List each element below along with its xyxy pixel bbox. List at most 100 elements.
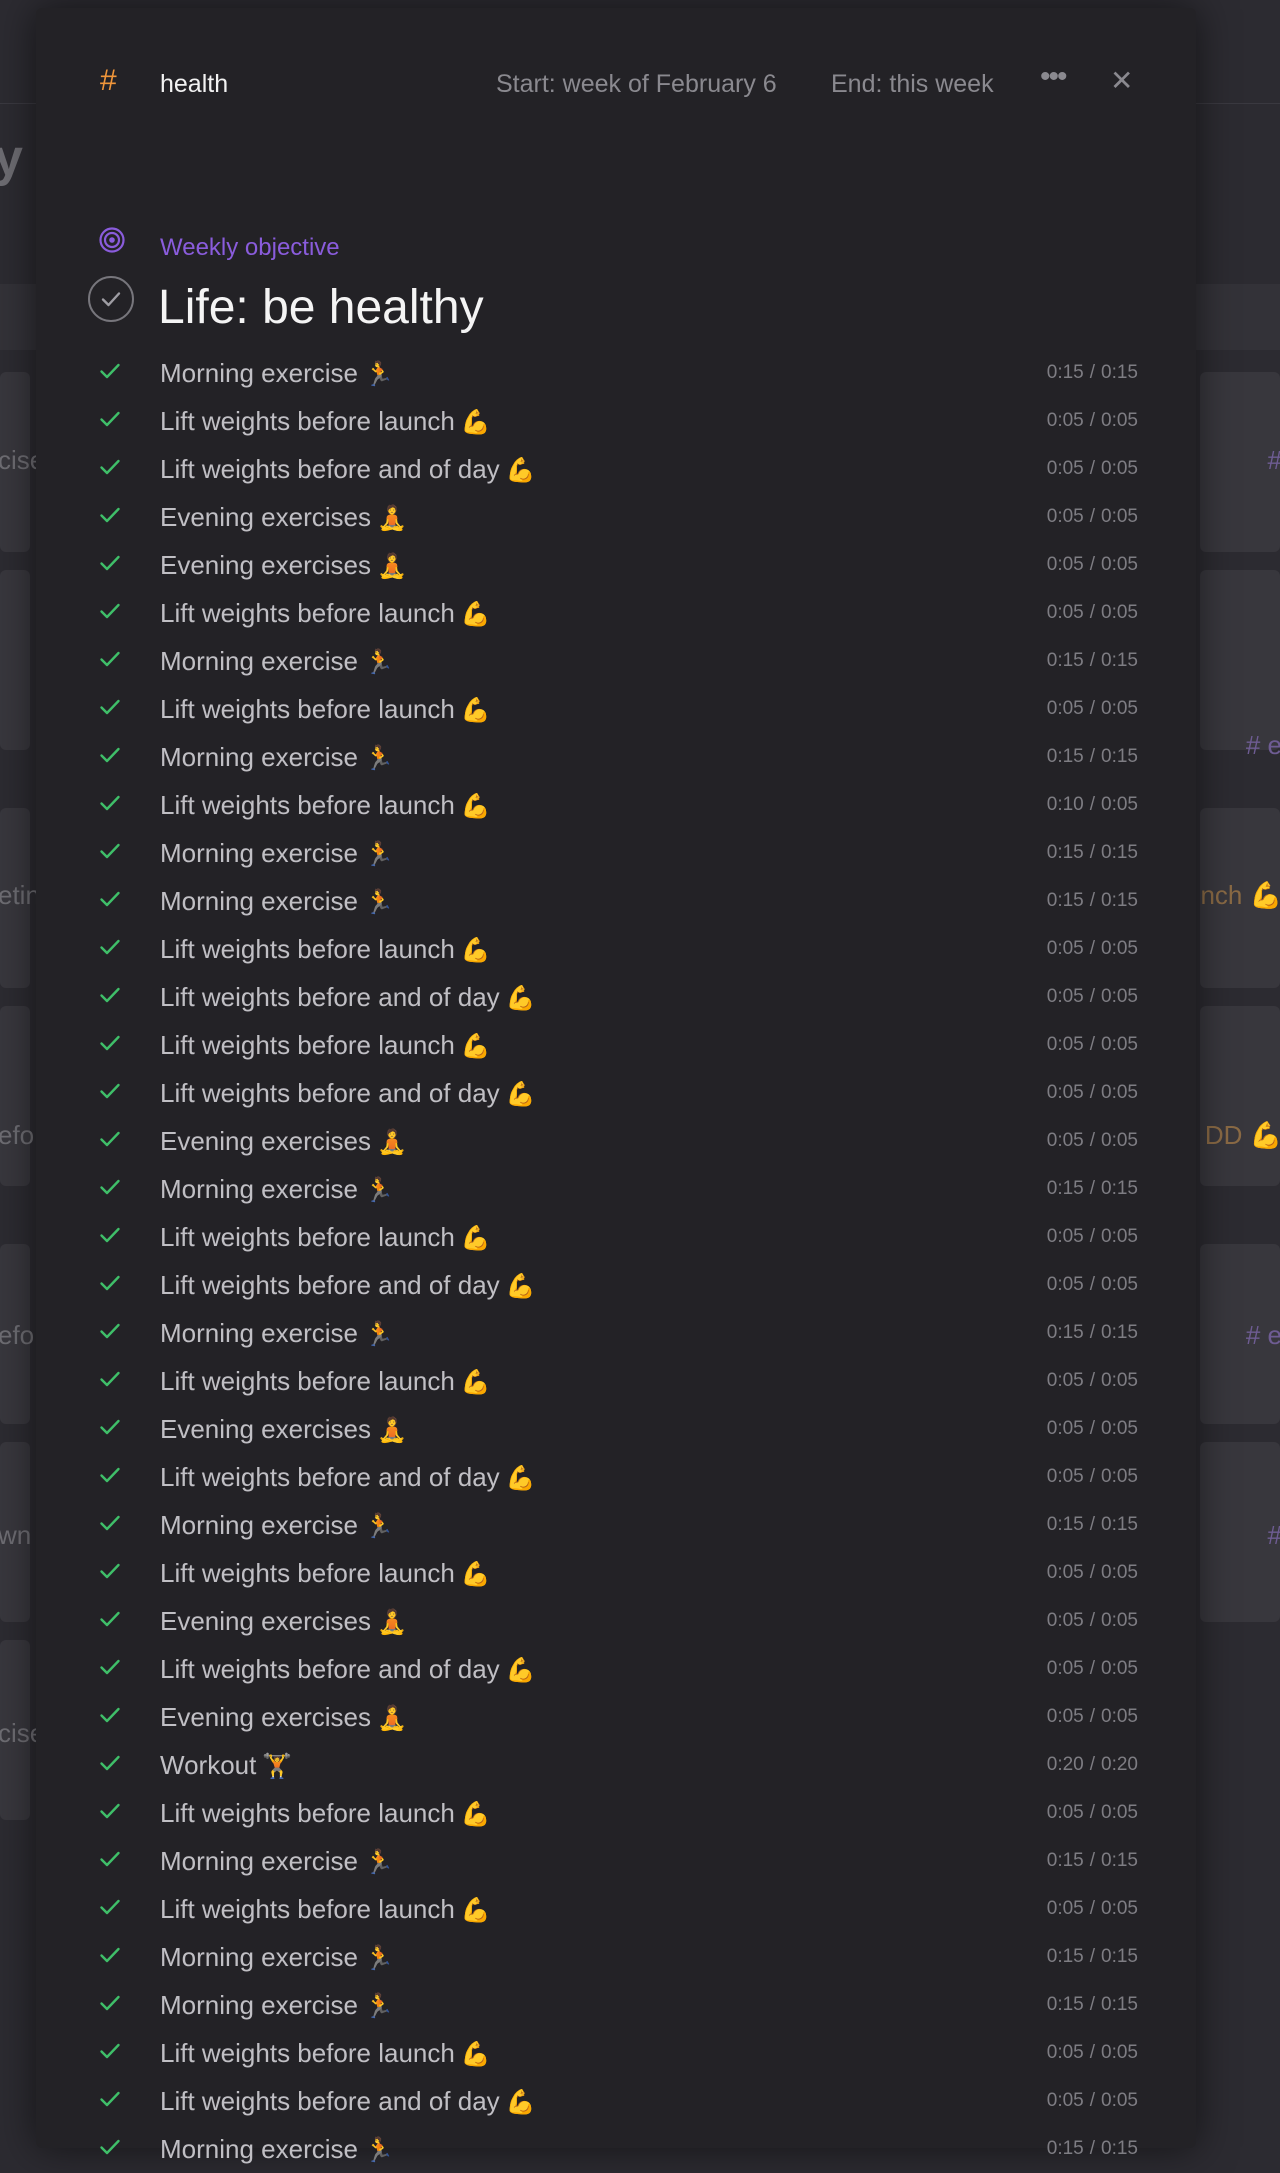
- task-row[interactable]: Evening exercises 🧘 0:05/0:05: [36, 1693, 1196, 1741]
- task-emoji-icon: 💪: [460, 1897, 491, 1924]
- checkmark-icon[interactable]: [98, 1031, 122, 1055]
- task-row[interactable]: Lift weights before launch 💪 0:05/0:05: [36, 589, 1196, 637]
- task-row[interactable]: Morning exercise 🏃 0:15/0:15: [36, 733, 1196, 781]
- task-row[interactable]: Workout 🏋️ 0:20/0:20: [36, 1741, 1196, 1789]
- task-row[interactable]: Morning exercise 🏃 0:15/0:15: [36, 1981, 1196, 2029]
- checkmark-icon[interactable]: [98, 455, 122, 479]
- checkmark-icon[interactable]: [98, 1319, 122, 1343]
- checkmark-icon[interactable]: [98, 1511, 122, 1535]
- task-row[interactable]: Lift weights before launch 💪 0:05/0:05: [36, 925, 1196, 973]
- task-row[interactable]: Evening exercises 🧘 0:05/0:05: [36, 1117, 1196, 1165]
- task-actual-time: 0:05: [1046, 1274, 1084, 1295]
- checkmark-icon[interactable]: [98, 791, 122, 815]
- task-duration: 0:05/0:05: [1047, 602, 1138, 624]
- checkmark-icon[interactable]: [98, 983, 122, 1007]
- task-row[interactable]: Morning exercise 🏃 0:15/0:15: [36, 1837, 1196, 1885]
- checkmark-icon[interactable]: [98, 407, 122, 431]
- task-row[interactable]: Evening exercises 🧘 0:05/0:05: [36, 541, 1196, 589]
- task-row[interactable]: Lift weights before launch 💪 0:05/0:05: [36, 685, 1196, 733]
- checkmark-icon[interactable]: [98, 503, 122, 527]
- close-icon[interactable]: ✕: [1110, 64, 1133, 97]
- time-separator: /: [1089, 2090, 1096, 2111]
- task-duration: 0:05/0:05: [1047, 2042, 1138, 2064]
- checkmark-icon[interactable]: [98, 1463, 122, 1487]
- end-date-button[interactable]: End: this week: [831, 70, 994, 99]
- task-title: Morning exercise: [160, 1174, 358, 1204]
- task-planned-time: 0:05: [1101, 794, 1138, 815]
- task-row[interactable]: Lift weights before launch 💪 0:05/0:05: [36, 1213, 1196, 1261]
- checkmark-icon[interactable]: [98, 1127, 122, 1151]
- task-row[interactable]: Morning exercise 🏃 0:15/0:15: [36, 1309, 1196, 1357]
- task-row[interactable]: Lift weights before launch 💪 0:05/0:05: [36, 1789, 1196, 1837]
- checkmark-icon[interactable]: [98, 743, 122, 767]
- checkmark-icon[interactable]: [98, 647, 122, 671]
- checkmark-icon[interactable]: [98, 1943, 122, 1967]
- task-row[interactable]: Morning exercise 🏃 0:15/0:15: [36, 349, 1196, 397]
- checkmark-icon[interactable]: [98, 839, 122, 863]
- task-row[interactable]: Lift weights before and of day 💪 0:05/0:05: [36, 1645, 1196, 1693]
- checkmark-icon[interactable]: [98, 695, 122, 719]
- task-row[interactable]: Lift weights before launch 💪 0:05/0:05: [36, 1021, 1196, 1069]
- task-title: Lift weights before and of day: [160, 1462, 500, 1492]
- checkmark-icon[interactable]: [98, 1895, 122, 1919]
- checkmark-icon[interactable]: [98, 1703, 122, 1727]
- task-row[interactable]: Lift weights before and of day 💪 0:05/0:05: [36, 1453, 1196, 1501]
- task-label: Lift weights before launch 💪: [160, 598, 491, 629]
- task-row[interactable]: Lift weights before launch 💪 0:05/0:05: [36, 2029, 1196, 2077]
- checkmark-icon[interactable]: [98, 599, 122, 623]
- checkmark-icon[interactable]: [98, 1751, 122, 1775]
- task-row[interactable]: Lift weights before and of day 💪 0:05/0:05: [36, 2077, 1196, 2125]
- checkmark-icon[interactable]: [98, 2135, 122, 2159]
- task-row[interactable]: Evening exercises 🧘 0:05/0:05: [36, 1405, 1196, 1453]
- task-row[interactable]: Evening exercises 🧘 0:05/0:05: [36, 493, 1196, 541]
- task-duration: 0:05/0:05: [1047, 1130, 1138, 1152]
- task-title: Lift weights before launch: [160, 1366, 455, 1396]
- checkmark-icon[interactable]: [98, 359, 122, 383]
- checkmark-icon[interactable]: [98, 1175, 122, 1199]
- task-row[interactable]: Lift weights before and of day 💪 0:05/0:05: [36, 445, 1196, 493]
- task-row[interactable]: Morning exercise 🏃 0:15/0:15: [36, 1933, 1196, 1981]
- task-row[interactable]: Lift weights before launch 💪 0:05/0:05: [36, 1885, 1196, 1933]
- checkmark-icon[interactable]: [98, 1607, 122, 1631]
- checkmark-icon[interactable]: [98, 887, 122, 911]
- checkmark-icon[interactable]: [98, 2039, 122, 2063]
- task-row[interactable]: Evening exercises 🧘 0:05/0:05: [36, 1597, 1196, 1645]
- objective-complete-toggle[interactable]: [88, 276, 134, 322]
- task-duration: 0:05/0:05: [1047, 1082, 1138, 1104]
- checkmark-icon[interactable]: [98, 551, 122, 575]
- task-title: Lift weights before launch: [160, 1030, 455, 1060]
- checkmark-icon[interactable]: [98, 1847, 122, 1871]
- task-row[interactable]: Morning exercise 🏃 0:15/0:15: [36, 1165, 1196, 1213]
- checkmark-icon[interactable]: [98, 1559, 122, 1583]
- task-label: Lift weights before launch 💪: [160, 406, 491, 437]
- task-row[interactable]: Lift weights before launch 💪 0:10/0:05: [36, 781, 1196, 829]
- task-row[interactable]: Morning exercise 🏃 0:15/0:15: [36, 829, 1196, 877]
- task-row[interactable]: Morning exercise 🏃 0:15/0:15: [36, 2125, 1196, 2173]
- checkmark-icon[interactable]: [98, 935, 122, 959]
- task-row[interactable]: Lift weights before launch 💪 0:05/0:05: [36, 397, 1196, 445]
- checkmark-icon[interactable]: [98, 1271, 122, 1295]
- task-planned-time: 0:15: [1101, 1850, 1138, 1871]
- checkmark-icon[interactable]: [98, 1799, 122, 1823]
- task-title: Morning exercise: [160, 1942, 358, 1972]
- checkmark-icon[interactable]: [98, 1223, 122, 1247]
- checkmark-icon[interactable]: [98, 1415, 122, 1439]
- checkmark-icon[interactable]: [98, 1079, 122, 1103]
- checkmark-icon[interactable]: [98, 1991, 122, 2015]
- task-row[interactable]: Morning exercise 🏃 0:15/0:15: [36, 877, 1196, 925]
- ellipsis-icon[interactable]: •••: [1040, 60, 1067, 94]
- task-row[interactable]: Morning exercise 🏃 0:15/0:15: [36, 1501, 1196, 1549]
- task-actual-time: 0:05: [1046, 1706, 1084, 1727]
- task-row[interactable]: Lift weights before and of day 💪 0:05/0:05: [36, 973, 1196, 1021]
- task-actual-time: 0:15: [1046, 746, 1084, 767]
- start-date-button[interactable]: Start: week of February 6: [496, 70, 777, 99]
- task-label: Lift weights before and of day 💪: [160, 982, 536, 1013]
- checkmark-icon[interactable]: [98, 2087, 122, 2111]
- task-row[interactable]: Lift weights before and of day 💪 0:05/0:05: [36, 1069, 1196, 1117]
- checkmark-icon[interactable]: [98, 1655, 122, 1679]
- task-row[interactable]: Lift weights before and of day 💪 0:05/0:05: [36, 1261, 1196, 1309]
- task-row[interactable]: Lift weights before launch 💪 0:05/0:05: [36, 1357, 1196, 1405]
- task-row[interactable]: Morning exercise 🏃 0:15/0:15: [36, 637, 1196, 685]
- checkmark-icon[interactable]: [98, 1367, 122, 1391]
- task-row[interactable]: Lift weights before launch 💪 0:05/0:05: [36, 1549, 1196, 1597]
